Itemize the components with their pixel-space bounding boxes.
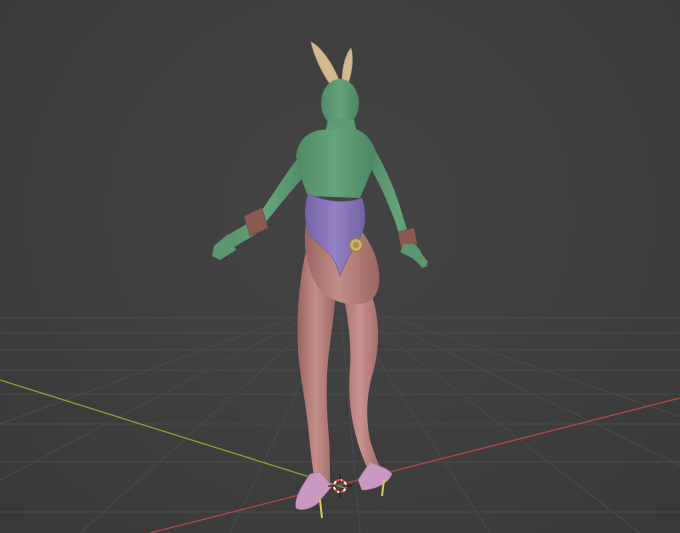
- right-hand: [400, 244, 428, 268]
- viewport-canvas[interactable]: [0, 0, 680, 533]
- 3d-viewport[interactable]: [0, 0, 680, 533]
- right-arm: [368, 150, 428, 268]
- floor-grid: [0, 299, 680, 533]
- right-heel-shoe: [357, 461, 393, 491]
- torso: [296, 128, 376, 198]
- character-mesh[interactable]: [212, 41, 428, 519]
- y-axis-line: [0, 379, 346, 489]
- left-ear: [310, 41, 340, 85]
- left-heel-spike: [319, 499, 323, 519]
- tail-detail: [353, 242, 359, 248]
- right-ear: [341, 47, 353, 85]
- x-axis-line: [149, 397, 680, 533]
